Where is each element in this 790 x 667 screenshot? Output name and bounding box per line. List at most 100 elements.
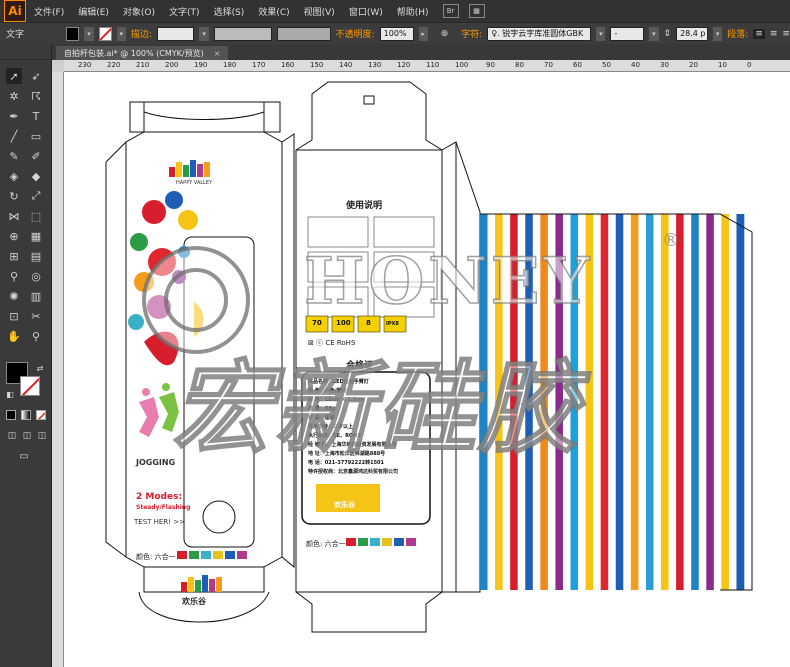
screen-mode-icon[interactable]: ▭	[16, 448, 32, 464]
align-right-icon[interactable]: ≡	[782, 29, 790, 39]
ruler-tick-label: 200	[165, 61, 179, 69]
fill-swatch[interactable]	[66, 26, 80, 41]
menu-help[interactable]: 帮助(H)	[397, 5, 429, 18]
pen-tool-icon[interactable]: ✒	[6, 108, 22, 124]
mesh-tool-icon[interactable]: ⊞	[6, 248, 22, 264]
rotate-tool-icon[interactable]: ↻	[6, 188, 22, 204]
stroke-label[interactable]: 描边:	[131, 27, 152, 40]
zoom-tool-icon[interactable]: ⚲	[28, 328, 44, 344]
font-size-stepper[interactable]: ⇕	[664, 29, 672, 39]
color-stripe	[623, 214, 632, 590]
menu-type[interactable]: 文字(T)	[169, 5, 200, 18]
menu-select[interactable]: 选择(S)	[214, 5, 245, 18]
gradient-tool-icon[interactable]: ▤	[28, 248, 44, 264]
color-stripe	[728, 214, 737, 590]
align-left-icon[interactable]: ≡	[753, 28, 765, 39]
color-stripe	[593, 214, 601, 590]
bridge-icon[interactable]: Br	[442, 4, 459, 18]
color-mode-icon[interactable]	[6, 410, 16, 420]
none-mode-icon[interactable]	[36, 410, 46, 420]
font-size-dropdown[interactable]: ▾	[713, 26, 723, 41]
tools-panel-grip[interactable]	[0, 44, 51, 60]
eyedropper-icon[interactable]: ⚲	[6, 268, 22, 284]
artboard-tool-icon[interactable]: ⊡	[6, 308, 22, 324]
stroke-weight-field[interactable]	[156, 26, 195, 41]
eraser-icon[interactable]: ◆	[28, 168, 44, 184]
align-center-icon[interactable]: ≡	[770, 29, 778, 39]
direct-selection-tool-icon[interactable]: ➶	[28, 68, 44, 84]
free-transform-icon[interactable]: ⬚	[28, 208, 44, 224]
font-size-field[interactable]: 28.4 p	[676, 26, 709, 41]
gradient-mode-icon[interactable]	[21, 410, 31, 420]
menu-effect[interactable]: 效果(C)	[258, 5, 289, 18]
font-style-dropdown[interactable]: ▾	[649, 26, 659, 41]
slice-tool-icon[interactable]: ✂	[28, 308, 44, 324]
horizontal-ruler[interactable]: 230 220 210 200 190 180 170 160 150 140 …	[64, 60, 790, 72]
pencil-icon[interactable]: ✐	[28, 148, 44, 164]
blob-brush-icon[interactable]: ◈	[6, 168, 22, 184]
column-graph-icon[interactable]: ▥	[28, 288, 44, 304]
workspace-layout-icon[interactable]: ▦	[468, 4, 485, 18]
shape-builder-icon[interactable]: ⊕	[6, 228, 22, 244]
font-family-dropdown[interactable]: ▾	[596, 26, 606, 41]
opacity-dropdown[interactable]: ▸	[418, 26, 428, 41]
ruler-origin[interactable]	[52, 60, 64, 72]
type-tool-icon[interactable]: T	[28, 108, 44, 124]
font-style-field[interactable]: -	[610, 26, 645, 41]
close-icon[interactable]: ×	[214, 49, 221, 58]
menu-window[interactable]: 窗口(W)	[349, 5, 383, 18]
stroke-color-box[interactable]	[20, 376, 40, 396]
fill-dropdown[interactable]: ▾	[84, 26, 94, 41]
blend-tool-icon[interactable]: ◎	[28, 268, 44, 284]
vertical-ruler[interactable]	[52, 72, 64, 667]
watermark-registered: ®	[662, 230, 680, 251]
ruler-tick-label: 170	[252, 61, 266, 69]
character-label[interactable]: 字符:	[461, 27, 482, 40]
stroke-weight-dropdown[interactable]: ▾	[199, 26, 209, 41]
ruler-tick-label: 220	[107, 61, 121, 69]
hand-tool-icon[interactable]: ✋	[6, 328, 22, 344]
paragraph-label[interactable]: 段落:	[727, 27, 748, 40]
default-colors-icon[interactable]: ◧	[2, 386, 18, 402]
swap-colors-icon[interactable]: ⇄	[32, 360, 48, 376]
brush-field[interactable]	[276, 26, 331, 41]
paintbrush-icon[interactable]: ✎	[6, 148, 22, 164]
draw-behind-icon[interactable]: ◫	[19, 428, 35, 444]
menu-file[interactable]: 文件(F)	[34, 5, 64, 18]
color-swatch	[225, 551, 235, 559]
ruler-tick-label: 40	[631, 61, 640, 69]
line-tool-icon[interactable]: ╱	[6, 128, 22, 144]
scale-tool-icon[interactable]: ⤢	[28, 188, 44, 204]
variable-width-field[interactable]	[213, 26, 272, 41]
watermark-honey: HONEY	[303, 243, 594, 320]
draw-mode-icon[interactable]: ◫	[4, 428, 20, 444]
rectangle-tool-icon[interactable]: ▭	[28, 128, 44, 144]
symbol-sprayer-icon[interactable]: ✺	[6, 288, 22, 304]
menu-view[interactable]: 视图(V)	[304, 5, 335, 18]
opacity-field[interactable]: 100%	[379, 26, 414, 41]
opacity-label[interactable]: 不透明度:	[336, 27, 375, 40]
color-stripe	[713, 214, 722, 590]
artboard-canvas[interactable]: HAPPY VALLEY JOGGING 2 Modes: Steady/Fla…	[64, 72, 790, 667]
magic-wand-icon[interactable]: ✲	[6, 88, 22, 104]
color-stripe	[676, 214, 684, 590]
ruler-tick-label: 230	[78, 61, 92, 69]
stroke-swatch[interactable]	[98, 26, 112, 41]
document-title: 自拍杆包装.ai* @ 100% (CMYK/预览)	[64, 48, 204, 58]
menu-object[interactable]: 对象(O)	[123, 5, 155, 18]
font-family-field[interactable]: ♀. 锐字云字库准圆体GBK	[487, 26, 592, 41]
perspective-grid-icon[interactable]: ▦	[28, 228, 44, 244]
stroke-dropdown[interactable]: ▾	[116, 26, 126, 41]
recolor-icon[interactable]: ⊛	[441, 29, 449, 39]
color-swatch	[189, 551, 199, 559]
modes-title: 2 Modes:	[136, 492, 183, 502]
menu-edit[interactable]: 编辑(E)	[78, 5, 109, 18]
ruler-tick-label: 130	[368, 61, 382, 69]
draw-inside-icon[interactable]: ◫	[34, 428, 50, 444]
document-tab[interactable]: 自拍杆包装.ai* @ 100% (CMYK/预览) ×	[56, 46, 229, 60]
ruler-tick-label: 100	[455, 61, 469, 69]
width-tool-icon[interactable]: ⋈	[6, 208, 22, 224]
menu-bar: Ai 文件(F) 编辑(E) 对象(O) 文字(T) 选择(S) 效果(C) 视…	[0, 0, 790, 22]
selection-tool-icon[interactable]: ➚	[6, 68, 22, 84]
lasso-icon[interactable]: ☈	[28, 88, 44, 104]
